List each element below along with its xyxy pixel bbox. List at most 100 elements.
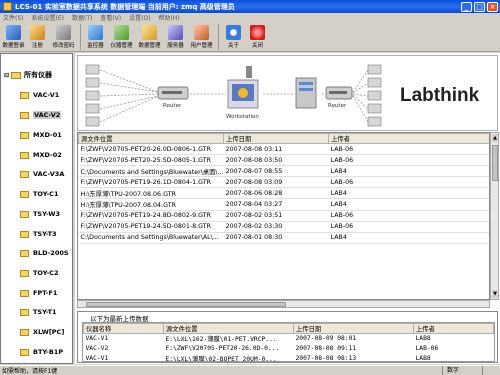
login-button[interactable]: 数据登录 xyxy=(2,22,25,51)
server-button[interactable]: 服务器 xyxy=(164,22,187,51)
menu-data[interactable]: 数据(T) xyxy=(72,13,92,22)
table-row[interactable]: F:\ZWF\V20705-PET19-24.8D-0802-9.GTR 2007… xyxy=(78,210,489,222)
instrument-tree[interactable]: ⊟ 所有仪器 VAC-V1 VAC-V2 MXD-01 MXD-02 VAC-V… xyxy=(0,53,73,364)
cell-upload-date: 2007-08-02 03:30 xyxy=(223,221,329,233)
menu-view[interactable]: 查看(V) xyxy=(100,13,121,22)
menu-file[interactable]: 文件(S) xyxy=(3,13,24,22)
menu-system-settings[interactable]: 系统设置(E) xyxy=(32,13,64,22)
register-icon xyxy=(30,25,45,40)
col-source-file[interactable]: 源文件位置 xyxy=(163,323,294,334)
maximize-button[interactable]: □ xyxy=(474,1,485,12)
tree-item-label: TSY-W3 xyxy=(33,210,60,218)
tree-item[interactable]: TOY-C1 xyxy=(20,190,58,198)
cell-source-file: F:\ZWF\V20705-PET19-24.8D-0802-9.GTR xyxy=(78,210,224,222)
close-button[interactable]: 关闭 xyxy=(246,22,269,51)
tree-item[interactable]: VAC-V1 xyxy=(20,91,59,99)
folder-icon xyxy=(20,308,29,316)
cell-upload-date: 2007-08-06 08:28 xyxy=(223,187,329,200)
change-password-button[interactable]: 修改密码 xyxy=(50,22,77,51)
tree-item[interactable]: XLW[PC] xyxy=(20,328,64,336)
title-bar: LCS-01 实验室数据共享系统 数据管理端 当前用户: zmq 高级管理员 _… xyxy=(0,0,500,13)
tree-item-label: TSY-T3 xyxy=(33,230,57,238)
menu-help[interactable]: 帮助(H) xyxy=(159,13,180,22)
folder-icon xyxy=(11,71,22,79)
close-icon xyxy=(250,25,265,40)
tree-root[interactable]: ⊟ 所有仪器 xyxy=(4,70,52,80)
table-row[interactable]: VAC-V1 E:\LXL\162-薄膜\01-PET.VRCP... 2007-0… xyxy=(84,334,494,344)
table-row[interactable]: F:\ZWF\V20705-PET20-25.5D-0805-1.GTR 2007… xyxy=(78,154,489,167)
vertical-scrollbar[interactable]: ▲ ▼ xyxy=(490,132,499,300)
router-left-label: Router xyxy=(163,103,182,109)
table-row[interactable]: F:\ZWF\V20705-PET19-26.1D-0804-1.GTR 2007… xyxy=(78,176,489,189)
tree-item[interactable]: MXD-02 xyxy=(20,151,62,159)
folder-icon xyxy=(20,170,29,178)
register-button[interactable]: 注册 xyxy=(26,22,49,51)
tree-item[interactable]: VAC-V3A xyxy=(20,170,64,178)
register-button-label: 注册 xyxy=(31,43,43,49)
main-area: Router Workstation Router Labthink 源文件位置… xyxy=(75,53,500,364)
tree-item[interactable]: TSY-W3 xyxy=(20,210,60,218)
menu-settings[interactable]: 设置(O) xyxy=(129,13,150,22)
tree-item[interactable]: FPT-F1 xyxy=(20,289,57,297)
scroll-down-icon[interactable]: ▼ xyxy=(492,290,498,298)
table-row[interactable]: VAC-V1 E:\LXL\薄膜\02-BOPET 20UM-0... 2007-0… xyxy=(84,354,494,361)
folder-icon xyxy=(20,151,29,159)
cell-uploader: LAB-06 xyxy=(328,154,489,167)
folder-icon xyxy=(20,249,29,257)
collapse-icon[interactable]: ⊟ xyxy=(4,72,9,79)
tree-root-label: 所有仪器 xyxy=(24,71,53,79)
monitor-button[interactable]: 监控器 xyxy=(84,22,107,51)
table-row[interactable]: H:\东厚薄\TPU-2007.08.04.GTR 2007-08-04 03:2… xyxy=(78,198,489,211)
tree-item[interactable]: BTY-B1P xyxy=(20,348,63,356)
data-manage-label: 数据管理 xyxy=(138,43,161,49)
recent-uploads-table[interactable]: 仪器名称 源文件位置 上传日期 上传者 VAC-V1 E:\LXL\162-薄膜\… xyxy=(82,322,495,362)
upload-records-table[interactable]: 源文件位置 上传日期 上传者 F:\ZWF\V20705-PET20-26.0D… xyxy=(77,132,490,300)
table-row[interactable]: F:\ZWF\V20705-PET20-26.0D-0806-1.GTR 2007… xyxy=(78,143,489,156)
hscroll-thumb[interactable] xyxy=(86,302,286,307)
cell-instrument: VAC-V2 xyxy=(85,345,109,352)
cell-uploader: LAB4 xyxy=(328,198,489,211)
window-close-button[interactable]: × xyxy=(487,1,498,12)
tree-item-selected[interactable]: VAC-V2 xyxy=(20,111,62,119)
close-button-label: 关闭 xyxy=(251,43,263,49)
scroll-up-icon[interactable]: ▲ xyxy=(492,134,498,142)
col-instrument[interactable]: 仪器名称 xyxy=(83,323,164,334)
cell-upload-date: 2007-08-07 08:55 xyxy=(223,165,329,178)
col-upload-date[interactable]: 上传日期 xyxy=(223,133,330,144)
col-upload-date[interactable]: 上传日期 xyxy=(293,323,414,334)
window-title: LCS-01 实验室数据共享系统 数据管理端 当前用户: zmq 高级管理员 xyxy=(15,2,235,11)
tree-item[interactable]: BLD-200S xyxy=(20,249,69,257)
table-row[interactable]: H:\东厚薄\TPU-2007.08.06.GTR 2007-08-06 08:2… xyxy=(78,187,489,200)
cell-source-file: F:\ZWF\V20705-PET20-26.0D-0... xyxy=(165,345,280,352)
col-source-file[interactable]: 源文件位置 xyxy=(78,133,225,144)
data-manage-button[interactable]: 数据管理 xyxy=(136,22,163,51)
horizontal-scrollbar[interactable] xyxy=(77,300,490,308)
scroll-thumb[interactable] xyxy=(492,145,498,181)
about-button[interactable]: 关于 xyxy=(222,22,245,51)
cell-uploader: LAB4 xyxy=(328,187,489,200)
table-row[interactable]: C:\Documents and Settings\Bluewater\桌面\.… xyxy=(78,165,489,178)
user-manage-button[interactable]: 用户管理 xyxy=(188,22,215,51)
tree-item[interactable]: MXD-01 xyxy=(20,131,62,139)
folder-icon xyxy=(20,230,29,238)
tree-item-label: FPT-F1 xyxy=(33,289,58,297)
tree-item[interactable]: TSY-T3 xyxy=(20,230,57,238)
table-row[interactable]: F:\ZWF\V20705-PET19-24.5D-0801-8.GTR 2007… xyxy=(78,221,489,233)
recent-uploads-panel: 以下为最新上传数据 仪器名称 源文件位置 上传日期 上传者 VAC-V1 E:\L… xyxy=(77,311,498,363)
device-manage-button[interactable]: 仪器管理 xyxy=(108,22,135,51)
tree-item-label: VAC-V1 xyxy=(33,91,60,99)
table-row[interactable]: C:\Documents and Settings\Bluewater\AL\.… xyxy=(78,232,489,244)
cell-uploader: LAB4 xyxy=(328,165,489,178)
server-tower-icon xyxy=(295,77,317,109)
col-uploader[interactable]: 上传者 xyxy=(328,133,489,144)
monitor-button-label: 监控器 xyxy=(87,43,104,49)
tree-item[interactable]: TSY-T1 xyxy=(20,308,57,316)
menu-bar: 文件(S) 系统设置(E) 数据(T) 查看(V) 设置(O) 帮助(H) xyxy=(0,13,500,22)
right-router-icon xyxy=(325,86,353,100)
col-uploader[interactable]: 上传者 xyxy=(413,323,494,334)
monitor-icon xyxy=(88,25,103,40)
table-row[interactable]: VAC-V2 F:\ZWF\V20705-PET20-26.0D-0... 2007… xyxy=(84,344,494,354)
tree-item[interactable]: TOY-C2 xyxy=(20,269,58,277)
minimize-button[interactable]: _ xyxy=(461,1,472,12)
folder-icon xyxy=(20,210,29,218)
